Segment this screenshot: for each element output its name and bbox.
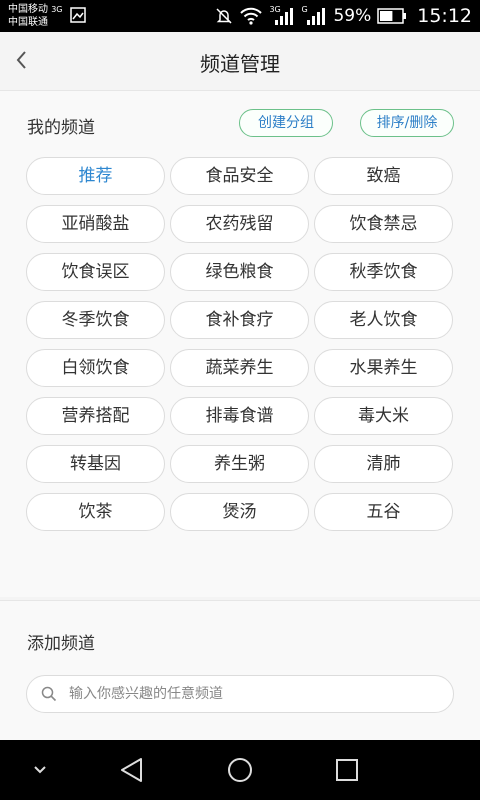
channel-chip[interactable]: 饮食误区 (26, 253, 165, 291)
channel-chip[interactable]: 推荐 (26, 157, 165, 195)
channel-grid: 推荐 食品安全 致癌亚硝酸盐 农药残留 饮食禁忌饮食误区 绿色粮食 秋季饮食冬季饮食 食补食疗… (26, 157, 456, 531)
channel-chip[interactable]: 冬季饮食 (26, 301, 165, 339)
hide-nav-chevron-icon[interactable] (24, 754, 56, 786)
create-group-button[interactable]: 创建分组 (239, 109, 333, 137)
channel-chip[interactable]: 饮茶 (26, 493, 165, 531)
add-channels-section: 添加频道 (0, 600, 480, 740)
add-channels-title: 添加频道 (27, 634, 95, 654)
channel-chip[interactable]: 毒大米 (314, 397, 453, 435)
channel-chip[interactable]: 老人饮食 (314, 301, 453, 339)
nav-recent-square-icon[interactable] (331, 754, 363, 786)
channel-chip[interactable]: 亚硝酸盐 (26, 205, 165, 243)
signal-3g: 3G (269, 5, 295, 27)
status-indicators: 3G G 59% 15:12 (215, 0, 472, 32)
my-channels-title: 我的频道 (27, 118, 95, 138)
battery-fill (380, 11, 393, 21)
nav-back-triangle-icon[interactable] (117, 754, 149, 786)
channel-chip[interactable]: 食补食疗 (170, 301, 309, 339)
channel-chip[interactable]: 清肺 (314, 445, 453, 483)
search-icon (41, 686, 57, 702)
channel-chip[interactable]: 排毒食谱 (170, 397, 309, 435)
carrier-1: 中国移动 (8, 4, 48, 15)
channel-chip[interactable]: 致癌 (314, 157, 453, 195)
channel-chip[interactable]: 五谷 (314, 493, 453, 531)
channel-chip[interactable]: 水果养生 (314, 349, 453, 387)
channel-chip[interactable]: 白领饮食 (26, 349, 165, 387)
carrier-1-network: 3G (51, 5, 63, 14)
my-channels-section: 我的频道 创建分组 排序/删除 推荐 食品安全 致癌亚硝酸盐 农药残留 饮食禁忌饮食误区… (0, 90, 480, 597)
clock: 15:12 (417, 5, 472, 27)
carrier-info: 中国移动 3G 中国联通 (8, 3, 62, 29)
status-bar: 中国移动 3G 中国联通 3G G 59% 15:12 (0, 0, 480, 32)
channel-chip[interactable]: 转基因 (26, 445, 165, 483)
signal-strength-icon (307, 8, 326, 25)
battery-percent: 59% (333, 6, 372, 26)
app-header: 频道管理 (0, 32, 480, 88)
gallery-notification-icon (70, 7, 86, 23)
signal-g: G (301, 5, 327, 27)
channel-chip[interactable]: 煲汤 (170, 493, 309, 531)
battery-icon (377, 8, 407, 24)
channel-chip[interactable]: 饮食禁忌 (314, 205, 453, 243)
wifi-icon (240, 7, 263, 25)
channel-chip[interactable]: 食品安全 (170, 157, 309, 195)
channel-chip[interactable]: 绿色粮食 (170, 253, 309, 291)
channel-chip[interactable]: 蔬菜养生 (170, 349, 309, 387)
channel-chip[interactable]: 养生粥 (170, 445, 309, 483)
channel-search-input[interactable] (69, 676, 439, 712)
carrier-2: 中国联通 (8, 17, 48, 28)
silent-mode-icon (216, 8, 232, 24)
signal-strength-icon (275, 8, 294, 25)
channel-chip[interactable]: 营养搭配 (26, 397, 165, 435)
channel-search-box[interactable] (26, 675, 454, 713)
system-nav-bar (0, 740, 480, 800)
nav-home-circle-icon[interactable] (224, 754, 256, 786)
sort-delete-button[interactable]: 排序/删除 (360, 109, 454, 137)
page-title: 频道管理 (200, 52, 280, 76)
channel-chip[interactable]: 农药残留 (170, 205, 309, 243)
channel-chip[interactable]: 秋季饮食 (314, 253, 453, 291)
